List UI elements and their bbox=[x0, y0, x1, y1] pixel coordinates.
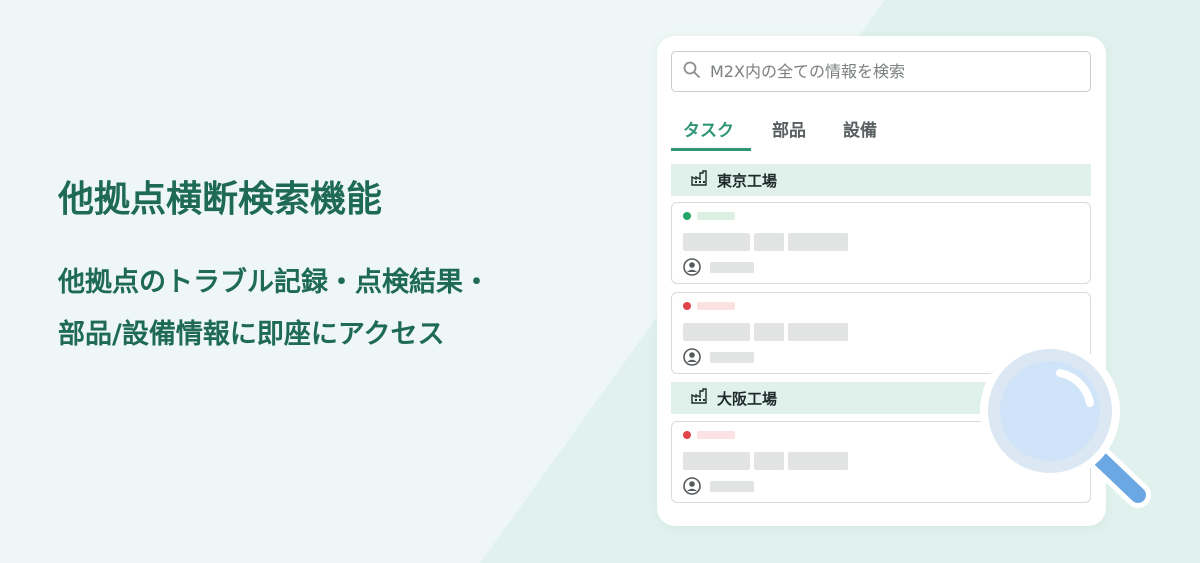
tab-equipment[interactable]: 設備 bbox=[843, 116, 877, 141]
search-box[interactable] bbox=[671, 51, 1091, 92]
site-name: 大阪工場 bbox=[717, 389, 778, 408]
placeholder-text bbox=[683, 233, 750, 251]
placeholder-username bbox=[710, 262, 754, 273]
placeholder-username bbox=[710, 481, 754, 492]
placeholder-username bbox=[710, 352, 754, 363]
search-icon bbox=[682, 60, 702, 84]
tab-tasks[interactable]: タスク bbox=[683, 116, 734, 141]
placeholder-text bbox=[788, 233, 848, 251]
status-dot-green bbox=[683, 212, 691, 220]
placeholder-text bbox=[788, 323, 848, 341]
subtext-line-2: 部品/設備情報に即座にアクセス bbox=[58, 319, 445, 351]
placeholder-text bbox=[683, 323, 750, 341]
hero-text: 他拠点横断検索機能 他拠点のトラブル記録・点検結果・ 部品/設備情報に即座にアク… bbox=[58, 178, 490, 361]
factory-icon bbox=[691, 170, 709, 190]
search-input[interactable] bbox=[708, 61, 1090, 82]
placeholder-text bbox=[754, 452, 784, 470]
status-dot-red bbox=[683, 431, 691, 439]
placeholder-text bbox=[754, 323, 784, 341]
placeholder-text bbox=[788, 452, 848, 470]
active-tab-indicator bbox=[671, 148, 751, 151]
user-avatar-icon bbox=[683, 477, 701, 495]
subtext-line-1: 他拠点のトラブル記録・点検結果・ bbox=[58, 267, 490, 299]
placeholder-text bbox=[683, 452, 750, 470]
status-tag bbox=[697, 212, 735, 220]
site-name: 東京工場 bbox=[717, 171, 778, 190]
site-header-tokyo: 東京工場 bbox=[671, 164, 1091, 196]
factory-icon bbox=[691, 388, 709, 408]
status-tag bbox=[697, 431, 735, 439]
tab-parts[interactable]: 部品 bbox=[772, 116, 806, 141]
user-avatar-icon bbox=[683, 348, 701, 366]
status-dot-red bbox=[683, 302, 691, 310]
user-avatar-icon bbox=[683, 258, 701, 276]
magnifying-glass-icon bbox=[978, 341, 1158, 513]
headline: 他拠点横断検索機能 bbox=[58, 179, 383, 220]
tab-bar: タスク 部品 設備 bbox=[671, 108, 1091, 153]
status-tag bbox=[697, 302, 735, 310]
result-card[interactable] bbox=[671, 202, 1091, 284]
placeholder-text bbox=[754, 233, 784, 251]
